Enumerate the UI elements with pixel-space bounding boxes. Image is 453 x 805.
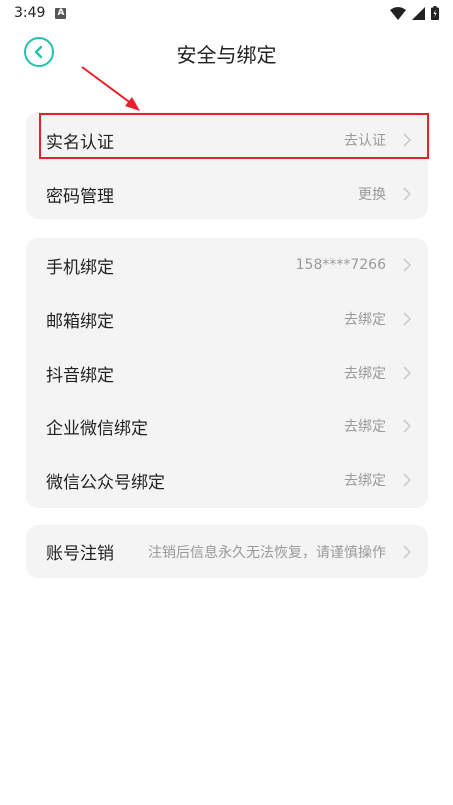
chevron-right-icon [403,366,411,380]
row-value: 158****7266 [295,257,386,273]
chevron-right-icon [403,545,411,559]
wecom-binding-row[interactable]: 企业微信绑定 去绑定 [26,399,428,453]
page-title: 安全与绑定 [176,43,277,67]
chevron-right-icon [403,258,411,272]
chevron-right-icon [403,133,411,147]
chevron-right-icon [403,419,411,433]
row-label: 实名认证 [46,132,114,153]
row-value: 去绑定 [344,473,386,489]
row-value: 去绑定 [344,366,386,382]
row-label: 微信公众号绑定 [46,472,165,493]
chevron-right-icon [403,473,411,487]
password-manage-row[interactable]: 密码管理 更换 [26,167,428,221]
row-value: 去绑定 [344,312,386,328]
row-value: 去绑定 [344,419,386,435]
header: 安全与绑定 [0,28,453,78]
douyin-binding-row[interactable]: 抖音绑定 去绑定 [26,346,428,400]
email-binding-row[interactable]: 邮箱绑定 去绑定 [26,292,428,346]
row-label: 抖音绑定 [46,365,114,386]
row-value: 去认证 [344,133,386,149]
real-name-auth-row[interactable]: 实名认证 去认证 [26,113,428,167]
wechat-official-binding-row[interactable]: 微信公众号绑定 去绑定 [26,453,428,507]
status-time: 3:49 [14,5,46,21]
account-card: 账号注销 注销后信息永久无法恢复，请谨慎操作 [26,525,428,578]
status-bar: 3:49 A [0,0,453,26]
security-card: 实名认证 去认证 密码管理 更换 [26,112,428,219]
row-label: 企业微信绑定 [46,418,148,439]
row-value: 注销后信息永久无法恢复，请谨慎操作 [148,544,386,561]
wifi-icon [390,6,406,20]
chevron-right-icon [403,187,411,201]
account-deletion-row[interactable]: 账号注销 注销后信息永久无法恢复，请谨慎操作 [26,525,428,578]
chevron-right-icon [403,312,411,326]
cell-signal-icon [412,6,425,20]
battery-icon [431,6,439,20]
status-right [390,6,439,20]
row-label: 邮箱绑定 [46,311,114,332]
status-left: 3:49 A [14,5,67,21]
row-label: 手机绑定 [46,257,114,278]
notification-a-icon: A [55,7,67,19]
phone-binding-row[interactable]: 手机绑定 158****7266 [26,238,428,292]
row-value: 更换 [358,187,386,203]
row-label: 密码管理 [46,186,114,207]
row-label: 账号注销 [46,544,114,564]
binding-card: 手机绑定 158****7266 邮箱绑定 去绑定 抖音绑定 去绑定 企业微信绑… [26,238,428,508]
